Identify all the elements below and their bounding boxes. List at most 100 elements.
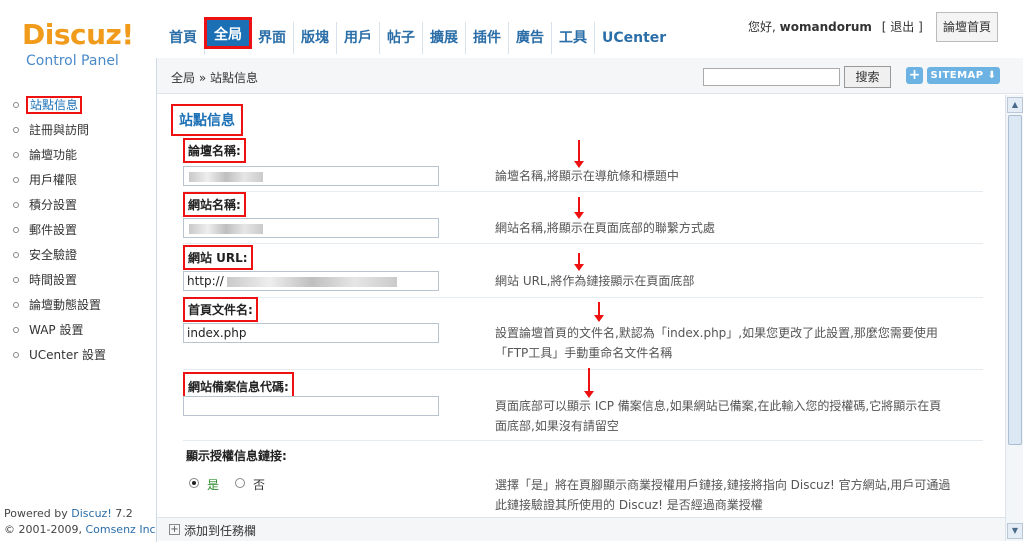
sidebar-item-mail[interactable]: 郵件設置 [0,218,155,243]
sidebar-item-wap[interactable]: WAP 設置 [0,318,155,343]
license-no-label: 否 [253,478,266,492]
sidebar-item-register[interactable]: 註冊與訪問 [0,118,155,143]
sidebar-item-user-permissions[interactable]: 用戶權限 [0,168,155,193]
arrow-icon [594,302,604,322]
comsenz-link[interactable]: Comsenz Inc. [85,523,159,536]
bullet-icon [13,252,19,258]
bullet-icon [13,352,19,358]
vertical-scrollbar[interactable]: ▲ ▼ [1005,95,1023,541]
sidebar-item-label: 論壇動態設置 [29,298,102,312]
bullet-icon [13,202,19,208]
nav-ads[interactable]: 廣告 [509,22,552,54]
bullet-icon [13,277,19,283]
settings-content: 站點信息 論壇名稱: 論壇名稱,將顯示在導航條和標題中 網站名稱: 網站名稱,將… [157,95,1005,517]
license-label: 顯示授權信息鏈接: [186,449,287,463]
powered-by: Powered by Discuz! 7.2 © 2001-2009, Coms… [4,506,159,538]
sidebar-item-ucenter[interactable]: UCenter 設置 [0,343,155,368]
license-no-radio[interactable] [235,478,245,488]
sidebar-item-credits[interactable]: 積分設置 [0,193,155,218]
sidebar-item-forum-features[interactable]: 論壇功能 [0,143,155,168]
logo[interactable]: Discuz! Control Panel [0,0,155,100]
bullet-icon [13,327,19,333]
add-taskbar-icon[interactable]: + [169,524,180,535]
bbname-input[interactable] [183,166,439,186]
nav-ucenter[interactable]: UCenter [595,22,673,54]
nav-extensions[interactable]: 擴展 [423,22,466,54]
nav-tools[interactable]: 工具 [552,22,595,54]
sidebar-item-label: 用戶權限 [29,173,78,187]
discuz-link[interactable]: Discuz! [71,507,111,520]
arrow-icon [584,368,594,398]
license-yes-label: 是 [207,478,220,492]
setting-row-icp: 網站備案信息代碼: 頁面底部可以顯示 ICP 備案信息,如果網站已備案,在此輸入… [183,368,983,441]
nav-users[interactable]: 用戶 [337,22,380,54]
setting-row-siteurl: 網站 URL: http:// 網站 URL,將作為鏈接顯示在頁面底部 [183,245,983,298]
bullet-icon [13,302,19,308]
sidebar-item-security[interactable]: 安全驗證 [0,243,155,268]
siteurl-value: http:// [187,274,224,288]
user-bar: 您好, womandorum [ 退出 ] [748,18,923,35]
forum-home-button[interactable]: 論壇首頁 [936,12,998,42]
breadcrumb: 全局 » 站點信息 [171,71,258,85]
siteurl-desc: 網站 URL,將作為鏈接顯示在頁面底部 [495,274,695,288]
taskbar: + 添加到任務欄 [157,517,1005,541]
bullet-icon [13,127,19,133]
search-button[interactable]: 搜索 [844,66,891,88]
sidebar: 站點信息 註冊與訪問 論壇功能 用戶權限 積分設置 郵件設置 安全驗證 時間設置… [0,93,155,542]
sidebar-item-time[interactable]: 時間設置 [0,268,155,293]
nav-global[interactable]: 全局 [204,17,252,49]
bbname-label: 論壇名稱: [183,138,246,163]
sidebar-item-feed[interactable]: 論壇動態設置 [0,293,155,318]
bullet-icon [13,102,19,108]
icp-input[interactable] [183,396,439,416]
siteurl-input[interactable]: http:// [183,271,439,291]
sidebar-item-label: UCenter 設置 [29,348,106,362]
search-input[interactable] [703,68,840,86]
version: 7.2 [115,507,133,520]
sitemap-button[interactable]: SITEMAP ⬇ [927,67,1000,84]
scroll-down-icon[interactable]: ▼ [1007,523,1023,539]
main-frame: 全局 » 站點信息 搜索 + SITEMAP ⬇ 站點信息 論壇名稱: 論壇名稱… [156,58,1024,542]
setting-row-license: 顯示授權信息鏈接: 是 否 選擇「是」將在頁腳顯示商業授權用戶鏈接,鏈接將指向 … [183,445,983,515]
top-nav: 首頁 全局 界面 版塊 用戶 帖子 擴展 插件 廣告 工具 UCenter [162,17,673,54]
setting-row-sitename: 網站名稱: 網站名稱,將顯示在頁面底部的聯繫方式處 [183,192,983,244]
nav-home[interactable]: 首頁 [162,22,205,54]
logo-sub: Control Panel [26,53,119,69]
scroll-thumb[interactable] [1008,115,1022,445]
setting-row-indexname: 首頁文件名: index.php 設置論壇首頁的文件名,默認為「index.ph… [183,297,983,370]
license-radios: 是 否 [189,478,309,492]
setting-row-bbname: 論壇名稱: 論壇名稱,將顯示在導航條和標題中 [183,138,983,192]
add-to-taskbar-link[interactable]: 添加到任務欄 [184,522,256,539]
arrow-icon [574,140,584,168]
icp-desc: 頁面底部可以顯示 ICP 備案信息,如果網站已備案,在此輸入您的授權碼,它將顯示… [495,399,942,433]
sidebar-item-label: 安全驗證 [29,248,78,262]
scroll-up-icon[interactable]: ▲ [1007,97,1023,113]
indexname-label: 首頁文件名: [183,297,258,322]
arrow-icon [574,197,584,219]
bbname-desc: 論壇名稱,將顯示在導航條和標題中 [495,169,679,183]
license-yes-radio[interactable] [189,478,199,488]
indexname-input[interactable]: index.php [183,323,439,343]
sitename-label: 網站名稱: [183,192,246,217]
siteurl-label: 網站 URL: [183,245,253,270]
sidebar-item-label: 站點信息 [26,96,83,114]
sidebar-item-site-info[interactable]: 站點信息 [0,93,155,118]
sidebar-item-label: 論壇功能 [29,148,78,162]
sidebar-item-label: 註冊與訪問 [29,123,90,137]
logout-link[interactable]: [ 退出 ] [882,20,923,34]
greeting: 您好, [748,20,776,34]
sidebar-item-label: 時間設置 [29,273,78,287]
indexname-desc: 設置論壇首頁的文件名,默認為「index.php」,如果您更改了此設置,那麼您需… [495,326,938,360]
sitename-input[interactable] [183,218,439,238]
arrow-icon [574,253,584,271]
sidebar-item-label: 郵件設置 [29,223,78,237]
powered-prefix: Powered by [4,507,68,520]
username: womandorum [779,20,872,34]
nav-plugins[interactable]: 插件 [466,22,509,54]
nav-interface[interactable]: 界面 [251,22,294,54]
add-icon[interactable]: + [906,67,923,84]
nav-posts[interactable]: 帖子 [380,22,423,54]
nav-forums[interactable]: 版塊 [294,22,337,54]
header: Discuz! Control Panel 首頁 全局 界面 版塊 用戶 帖子 … [0,0,1024,69]
logo-main: Discuz! [22,18,134,51]
